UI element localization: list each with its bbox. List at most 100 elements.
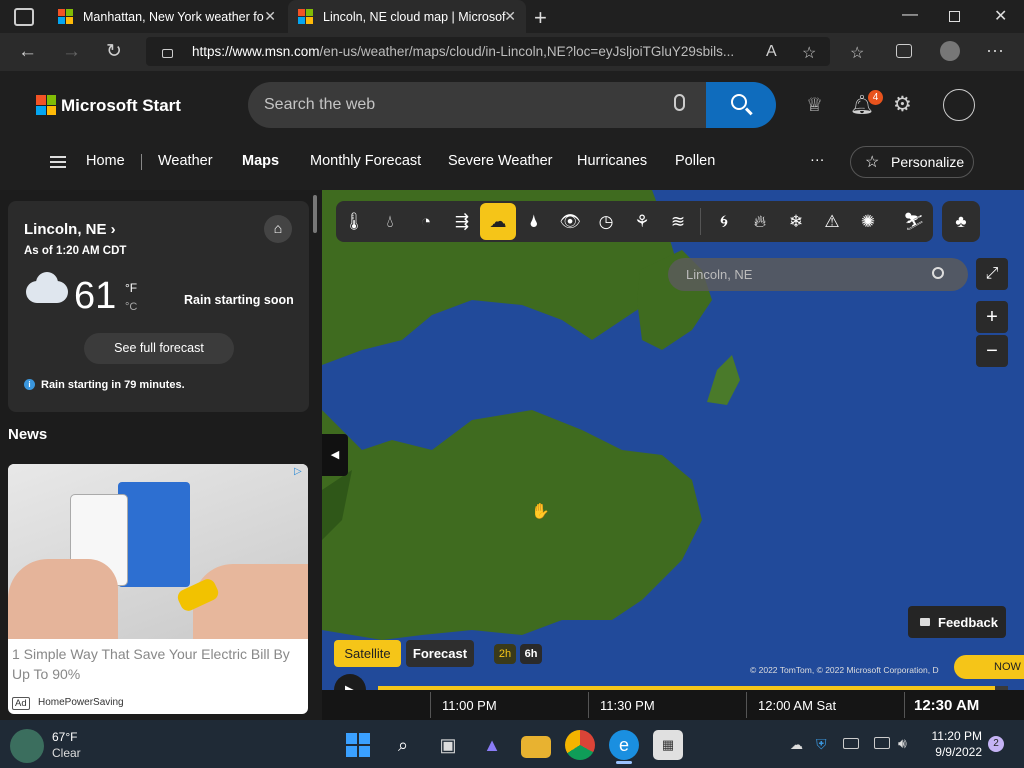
time-label-3[interactable]: 12:00 AM Sat <box>758 698 836 713</box>
url-field[interactable]: https://www.msn.com/en-us/weather/maps/c… <box>146 37 830 66</box>
windows-taskbar <box>0 720 1024 768</box>
store-icon[interactable]: ▦ <box>653 730 683 760</box>
wind-layer-icon[interactable]: ⇶ <box>444 201 480 242</box>
satellite-mode-button[interactable]: Satellite <box>334 640 401 667</box>
taskbar-clock-time[interactable]: 11:20 PM <box>930 729 982 743</box>
map-search-value: Lincoln, NE <box>686 267 753 282</box>
nav-pollen[interactable]: Pollen <box>675 153 715 169</box>
collapse-panel-arrow-icon[interactable]: ◀ <box>322 434 348 476</box>
logo-text[interactable]: Microsoft Start <box>61 96 181 116</box>
profile-avatar[interactable] <box>940 41 960 61</box>
earthquake-layer-icon[interactable]: ✺ <box>850 201 886 242</box>
settings-gear-icon[interactable]: ⚙ <box>893 92 912 117</box>
back-icon[interactable]: ← <box>18 41 37 63</box>
hamburger-menu-icon[interactable] <box>50 156 66 168</box>
active-app-indicator <box>616 761 632 764</box>
new-tab-icon[interactable]: + <box>534 5 547 31</box>
tray-display-icon[interactable] <box>874 737 890 749</box>
nav-more-button[interactable]: ··· <box>810 152 825 168</box>
ski-layer-icon[interactable]: ⛷︎ <box>895 201 933 242</box>
map-search-icon[interactable] <box>932 267 944 279</box>
hurricane-layer-icon[interactable]: 🌀︎ <box>706 201 742 242</box>
rewards-trophy-icon[interactable]: ♕ <box>806 94 823 117</box>
notification-center-badge[interactable]: 2 <box>988 736 1004 752</box>
favorites-icon[interactable]: ☆ <box>850 43 864 63</box>
window-close-icon[interactable]: ✕ <box>994 6 1007 26</box>
tray-security-icon[interactable]: ⛨ <box>816 736 827 753</box>
taskbar-weather-temp[interactable]: 67°F <box>52 730 77 744</box>
nav-home[interactable]: Home <box>86 153 125 169</box>
range-6h-button[interactable]: 6h <box>520 644 542 664</box>
sign-in-avatar-icon[interactable] <box>943 89 975 121</box>
teams-chat-icon[interactable]: ▲ <box>477 730 507 760</box>
time-label-1[interactable]: 11:00 PM <box>442 698 497 713</box>
zoom-out-button[interactable]: − <box>976 335 1008 367</box>
personalize-button[interactable]: ☆ Personalize <box>850 146 974 178</box>
read-aloud-icon[interactable]: A <box>766 43 777 61</box>
taskbar-clock-date[interactable]: 9/9/2022 <box>930 745 982 759</box>
edge-icon[interactable]: e <box>609 730 639 760</box>
nav-monthly-forecast[interactable]: Monthly Forecast <box>310 153 421 169</box>
tab-manhattan[interactable]: Manhattan, New York weather fo ✕ <box>48 0 286 33</box>
minimize-icon[interactable]: — <box>902 6 918 24</box>
favorite-add-icon[interactable]: ☆ <box>802 43 816 63</box>
wildfire-layer-icon[interactable]: 🔥︎ <box>742 201 778 242</box>
feedback-button[interactable]: Feedback <box>908 606 1006 638</box>
fullscreen-icon[interactable]: ⤢ <box>976 258 1008 290</box>
file-explorer-icon[interactable] <box>521 736 551 758</box>
refresh-icon[interactable]: ↻ <box>106 40 122 63</box>
nav-maps[interactable]: Maps <box>242 153 279 169</box>
map-location-search[interactable]: Lincoln, NE <box>668 258 968 291</box>
forward-icon[interactable]: → <box>62 41 81 63</box>
search-taskbar-icon[interactable]: ⌕ <box>388 730 418 760</box>
ad-card[interactable]: ▷ 1 Simple Way That Save Your Electric B… <box>8 464 308 714</box>
task-view-icon[interactable]: ▣ <box>433 730 463 760</box>
weather-widget-icon[interactable] <box>10 729 44 763</box>
microsoft-logo-icon[interactable] <box>36 95 56 115</box>
see-full-forecast-button[interactable]: See full forecast <box>84 333 234 364</box>
settings-more-icon[interactable]: ··· <box>986 40 1004 61</box>
air-quality-layer-icon[interactable]: ≋ <box>660 201 696 242</box>
pollen-layer-icon[interactable]: ⚘ <box>624 201 660 242</box>
scrollbar-thumb[interactable] <box>313 195 317 233</box>
chrome-icon[interactable] <box>565 730 595 760</box>
restore-icon[interactable] <box>949 11 960 22</box>
range-2h-button[interactable]: 2h <box>494 644 516 664</box>
location-link[interactable]: Lincoln, NE › <box>24 221 116 238</box>
severe-alert-layer-icon[interactable]: ⚠ <box>814 201 850 242</box>
zoom-in-button[interactable]: + <box>976 301 1008 333</box>
time-label-current[interactable]: 12:30 AM <box>914 697 979 714</box>
close-tab-icon[interactable]: ✕ <box>264 8 276 25</box>
unit-celsius[interactable]: °C <box>125 301 137 313</box>
nav-severe-weather[interactable]: Severe Weather <box>448 153 553 169</box>
forecast-mode-button[interactable]: Forecast <box>406 640 474 667</box>
start-icon[interactable] <box>343 730 373 760</box>
home-icon[interactable]: ⌂ <box>264 215 292 243</box>
personalize-label: Personalize <box>891 154 965 170</box>
collections-icon[interactable] <box>896 44 912 58</box>
time-label-2[interactable]: 11:30 PM <box>600 698 655 713</box>
search-button[interactable] <box>706 82 776 128</box>
tab-lincoln[interactable]: Lincoln, NE cloud map | Microsof ✕ <box>288 0 526 33</box>
humidity-layer-icon[interactable]: 🌢︎ <box>516 201 552 242</box>
temperature-layer-icon[interactable]: 🌡︎ <box>336 201 372 242</box>
precipitation-layer-icon[interactable]: 💧︎ <box>372 201 408 242</box>
tray-network-off-icon[interactable]: ☁ <box>790 737 803 753</box>
tree-layer-icon[interactable]: ♣ <box>942 201 980 242</box>
tray-volume-icon[interactable]: 🔊︎ <box>898 735 907 752</box>
unit-fahrenheit[interactable]: °F <box>125 281 137 295</box>
taskbar-weather-condition[interactable]: Clear <box>52 746 81 760</box>
tab-actions-icon[interactable] <box>14 8 34 26</box>
microphone-icon[interactable] <box>674 94 685 111</box>
nav-hurricanes[interactable]: Hurricanes <box>577 153 647 169</box>
close-tab-icon[interactable]: ✕ <box>504 8 516 25</box>
radar-layer-icon[interactable]: ◔ <box>408 201 444 242</box>
winter-layer-icon[interactable]: ❄ <box>778 201 814 242</box>
cloud-layer-icon[interactable]: ☁ <box>480 203 516 240</box>
pressure-layer-icon[interactable]: ◷ <box>588 201 624 242</box>
adchoices-icon[interactable]: ▷ <box>294 466 302 477</box>
nav-weather[interactable]: Weather <box>158 153 213 169</box>
visibility-layer-icon[interactable]: 👁︎ <box>552 201 588 242</box>
tray-keyboard-icon[interactable] <box>843 738 859 749</box>
web-search-input[interactable]: Search the web <box>248 82 775 128</box>
